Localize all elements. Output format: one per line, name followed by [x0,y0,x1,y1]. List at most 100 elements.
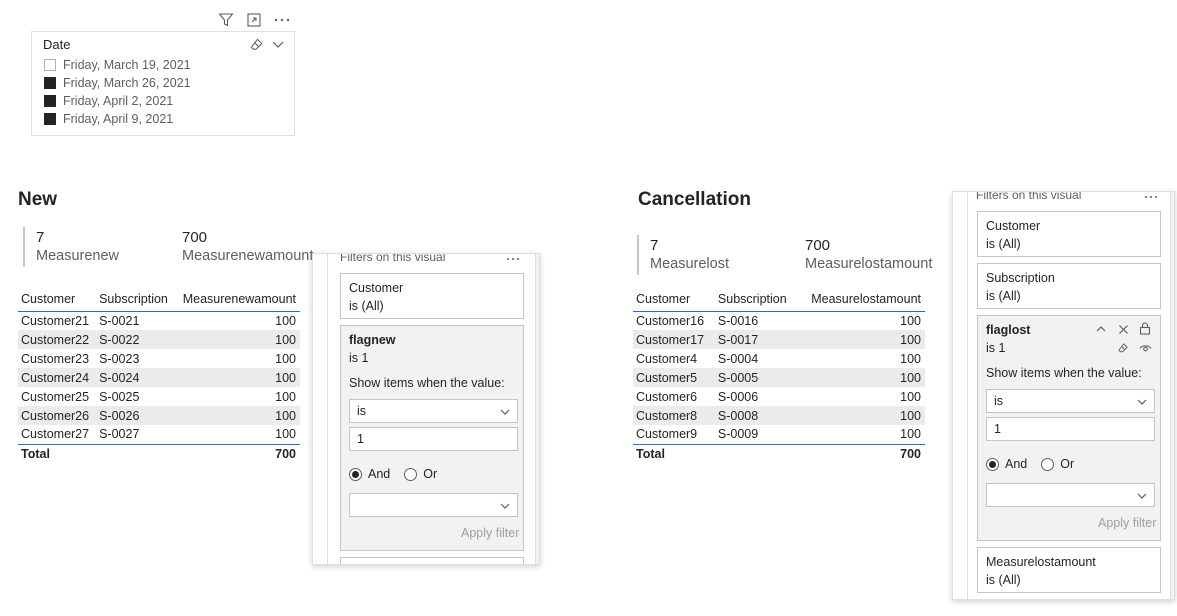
filter-name: flaglost [986,323,1031,337]
and-label: And [368,467,391,481]
column-header[interactable]: Subscription [714,287,798,312]
table-cell: S-0005 [714,368,798,387]
checkbox[interactable] [44,77,56,89]
checkbox[interactable] [44,113,56,125]
table-cell [96,443,175,463]
table-cell: 100 [275,313,296,328]
table-cell: 100 [275,427,296,442]
show-items-label: Show items when the value: [986,366,1142,380]
or-radio[interactable] [404,467,418,481]
second-operator-dropdown[interactable] [349,493,518,517]
pane-scroll-edge [1170,192,1174,599]
apply-filter-button[interactable]: Apply filter [1098,516,1156,530]
filter-name: flagnew [349,333,396,347]
card-measurenew: 7 Measurenew [23,227,173,267]
close-icon[interactable] [1116,322,1130,336]
column-header[interactable]: Customer [633,287,715,312]
filter-card-next[interactable] [340,557,524,564]
or-label: Or [423,467,438,481]
table-cell: Customer9 [636,427,698,442]
chevron-down-icon [499,406,511,418]
filter-card-customer[interactable]: Customer is (All) [340,273,524,319]
value-input[interactable]: 1 [986,417,1155,441]
eraser-icon[interactable] [1116,341,1130,355]
column-header[interactable]: Subscription [96,287,175,312]
operator-dropdown[interactable]: is [986,389,1155,413]
collapse-icon[interactable] [1094,322,1108,336]
total-value: 700 [797,443,925,463]
card-measurenewamount: 700 Measurenewamount [182,227,317,267]
more-options-icon[interactable] [505,254,521,264]
table-row: Customer25 S-0025 100 [18,387,300,406]
table-row: Customer27 S-0027 100 [18,425,300,444]
card-label: Measurenew [36,248,120,264]
value-input[interactable]: 1 [349,427,518,451]
table-cell: Customer26 [18,406,97,425]
table-row: Customer23 S-0023 100 [18,349,300,368]
focus-mode-icon[interactable] [245,11,263,29]
filter-name: Customer [986,219,1041,233]
slicer-item[interactable]: Friday, April 9, 2021 [44,110,191,128]
table-cell: S-0026 [96,406,175,425]
table-row: Customer9 S-0009 100 [633,425,925,444]
filter-icon[interactable] [217,11,235,29]
filter-card-subscription[interactable]: Subscription is (All) [977,263,1161,309]
column-header[interactable]: Measurenewamount [174,287,300,312]
and-radio[interactable] [986,457,999,471]
and-radio[interactable] [349,467,362,481]
table-cell: Customer25 [21,389,90,404]
chevron-down-icon [499,500,511,512]
section-title-cancellation: Cancellation [638,189,751,210]
table-cell: 100 [900,351,921,366]
table-row: Customer6 S-0006 100 [633,387,925,406]
table-cell: 100 [275,351,296,366]
table-row: Customer24 S-0024 100 [18,368,300,387]
more-options-icon[interactable] [272,11,292,29]
more-options-icon[interactable] [1143,192,1159,202]
table-cell: S-0021 [99,313,140,328]
eraser-icon[interactable] [248,36,264,52]
slicer-item[interactable]: Friday, March 19, 2021 [44,56,191,74]
or-radio[interactable] [1041,457,1055,471]
filter-state: is (All) [349,299,384,313]
pane-left-border [327,254,328,564]
checkbox[interactable] [44,95,56,107]
or-label: Or [1060,457,1075,471]
checkbox[interactable] [44,59,56,71]
slicer-item-label: Friday, April 2, 2021 [63,94,174,108]
table-cell: 100 [797,330,925,349]
table-cancellation: Customer Subscription Measurelostamount Cus… [633,287,925,463]
card-label: Measurelost [650,256,729,272]
filter-state: is (All) [986,573,1021,587]
card-measurelost: 7 Measurelost [637,235,787,275]
column-header[interactable]: Customer [18,287,97,312]
table-cell: S-0024 [96,368,175,387]
table-cell: Customer5 [633,368,715,387]
slicer-item[interactable]: Friday, March 26, 2021 [44,74,191,92]
table-cell: S-0027 [99,427,140,442]
column-header[interactable]: Measurelostamount [797,287,925,312]
date-slicer: Date Friday, March 19, 2021 Friday, March… [31,31,295,136]
table-cell: Customer6 [636,389,698,404]
filter-name: Measurelostamount [986,555,1096,569]
filter-card-flagnew[interactable]: flagnew is 1 Show items when the value: … [340,325,524,551]
card-value: 700 [805,237,831,254]
filter-card-flaglost[interactable]: flaglost is 1 Show items when the value:… [977,315,1161,541]
table-cell: Customer23 [21,351,90,366]
table-cell: 100 [174,368,300,387]
operator-dropdown[interactable]: is [349,399,518,423]
filter-card-measurelostamount[interactable]: Measurelostamount is (All) [977,547,1161,593]
section-title-new: New [18,189,58,210]
slicer-item[interactable]: Friday, April 2, 2021 [44,92,191,110]
operator-value: is [357,404,367,418]
chevron-down-icon[interactable] [270,36,286,52]
table-row: Customer8 S-0008 100 [633,406,925,425]
second-operator-dropdown[interactable] [986,483,1155,507]
visibility-icon[interactable] [1138,341,1152,355]
lock-icon[interactable] [1138,321,1152,335]
filter-card-customer[interactable]: Customer is (All) [977,211,1161,257]
filter-state: is (All) [986,237,1021,251]
apply-filter-button[interactable]: Apply filter [461,526,519,540]
table-row: Customer26 S-0026 100 [18,406,300,425]
filter-state: is 1 [986,341,1006,355]
